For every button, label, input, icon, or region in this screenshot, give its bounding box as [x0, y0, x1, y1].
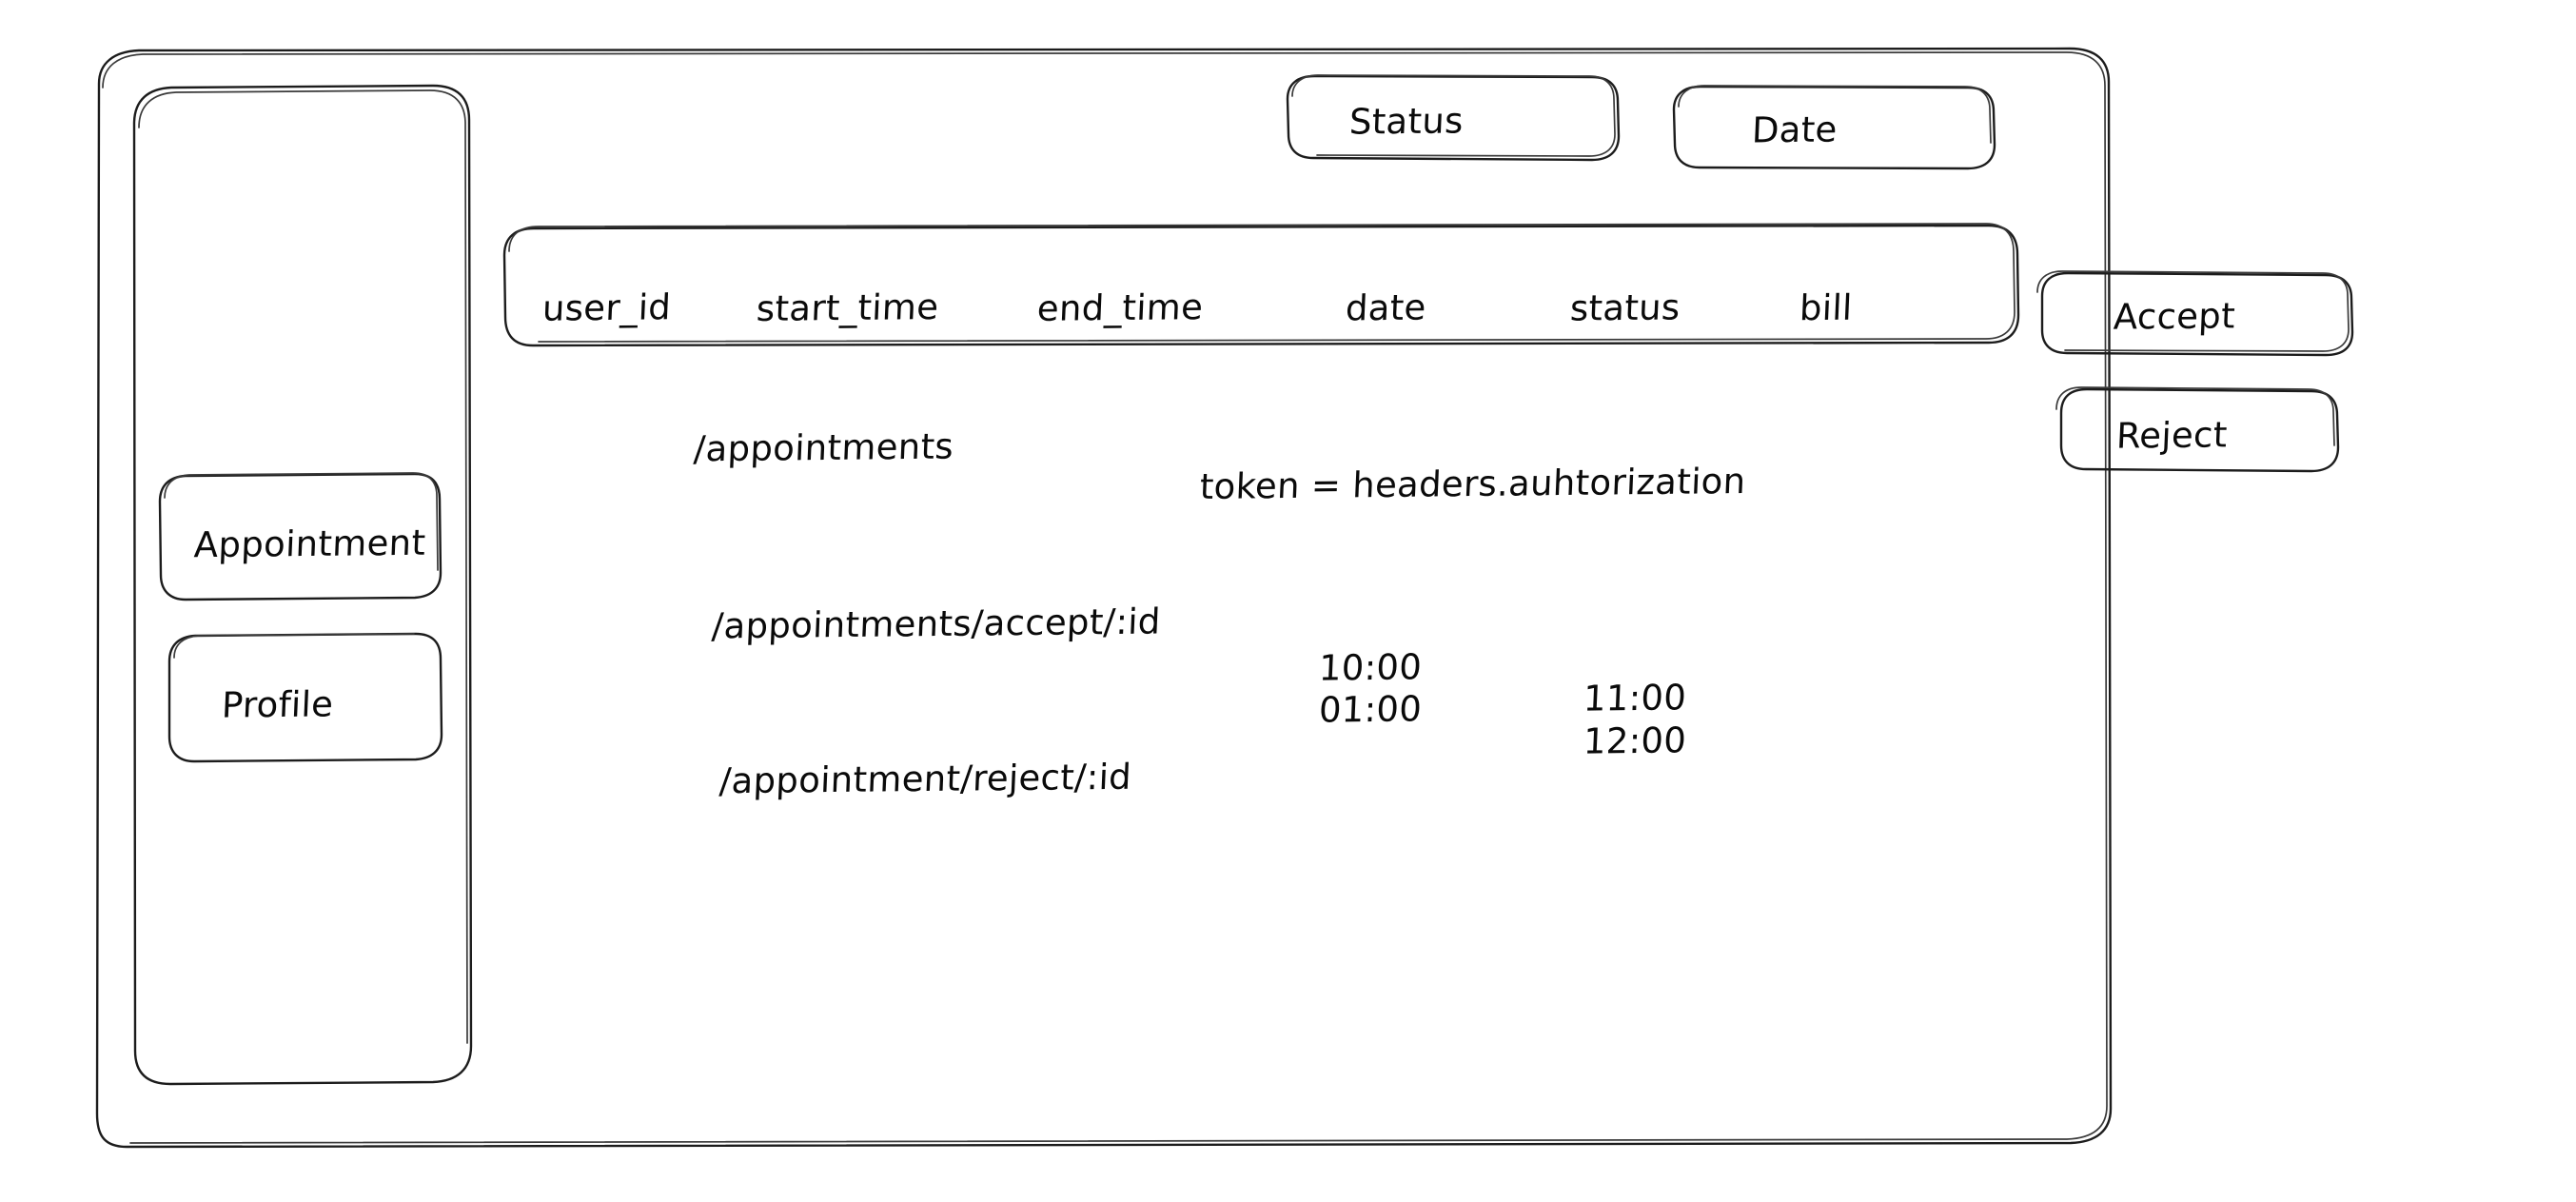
note-token: token = headers.auhtorization [1198, 460, 1747, 508]
sidebar-item-profile[interactable]: Profile [169, 634, 442, 761]
status-filter-button[interactable]: Status [1288, 75, 1620, 161]
column-header-bill[interactable]: bill [1799, 287, 1853, 329]
start-time-value-1: 10:00 [1318, 646, 1424, 689]
column-header-status[interactable]: status [1569, 286, 1681, 328]
date-filter-button[interactable]: Date [1674, 86, 1996, 169]
column-header-date[interactable]: date [1345, 287, 1426, 329]
wireframe-canvas: Appointment Profile Status Date user_id … [0, 0, 2576, 1202]
date-filter-label: Date [1751, 108, 1839, 151]
sidebar-item-appointment-label: Appointment [193, 522, 427, 566]
start-time-value-2: 01:00 [1318, 688, 1424, 731]
end-time-value-1: 11:00 [1583, 677, 1688, 719]
end-time-value-2: 12:00 [1583, 719, 1688, 762]
sidebar-item-appointment[interactable]: Appointment [160, 474, 441, 600]
reject-button-label: Reject [2115, 414, 2229, 457]
column-header-end-time[interactable]: end_time [1036, 286, 1204, 329]
note-route-reject: /appointment/reject/:id [718, 756, 1132, 802]
accept-button-label: Accept [2113, 295, 2236, 338]
column-header-user-id[interactable]: user_id [541, 286, 672, 328]
reject-button[interactable]: Reject [2056, 387, 2339, 473]
sidebar-item-profile-label: Profile [221, 683, 335, 726]
status-filter-label: Status [1348, 100, 1465, 143]
sketch-strokes [95, 47, 2354, 1149]
accept-button[interactable]: Accept [2037, 271, 2353, 357]
note-route-list: /appointments [693, 425, 954, 470]
note-route-accept: /appointments/accept/:id [710, 601, 1162, 647]
table-header-row: user_id start_time end_time date status … [504, 226, 2019, 346]
column-header-start-time[interactable]: start_time [756, 286, 939, 329]
